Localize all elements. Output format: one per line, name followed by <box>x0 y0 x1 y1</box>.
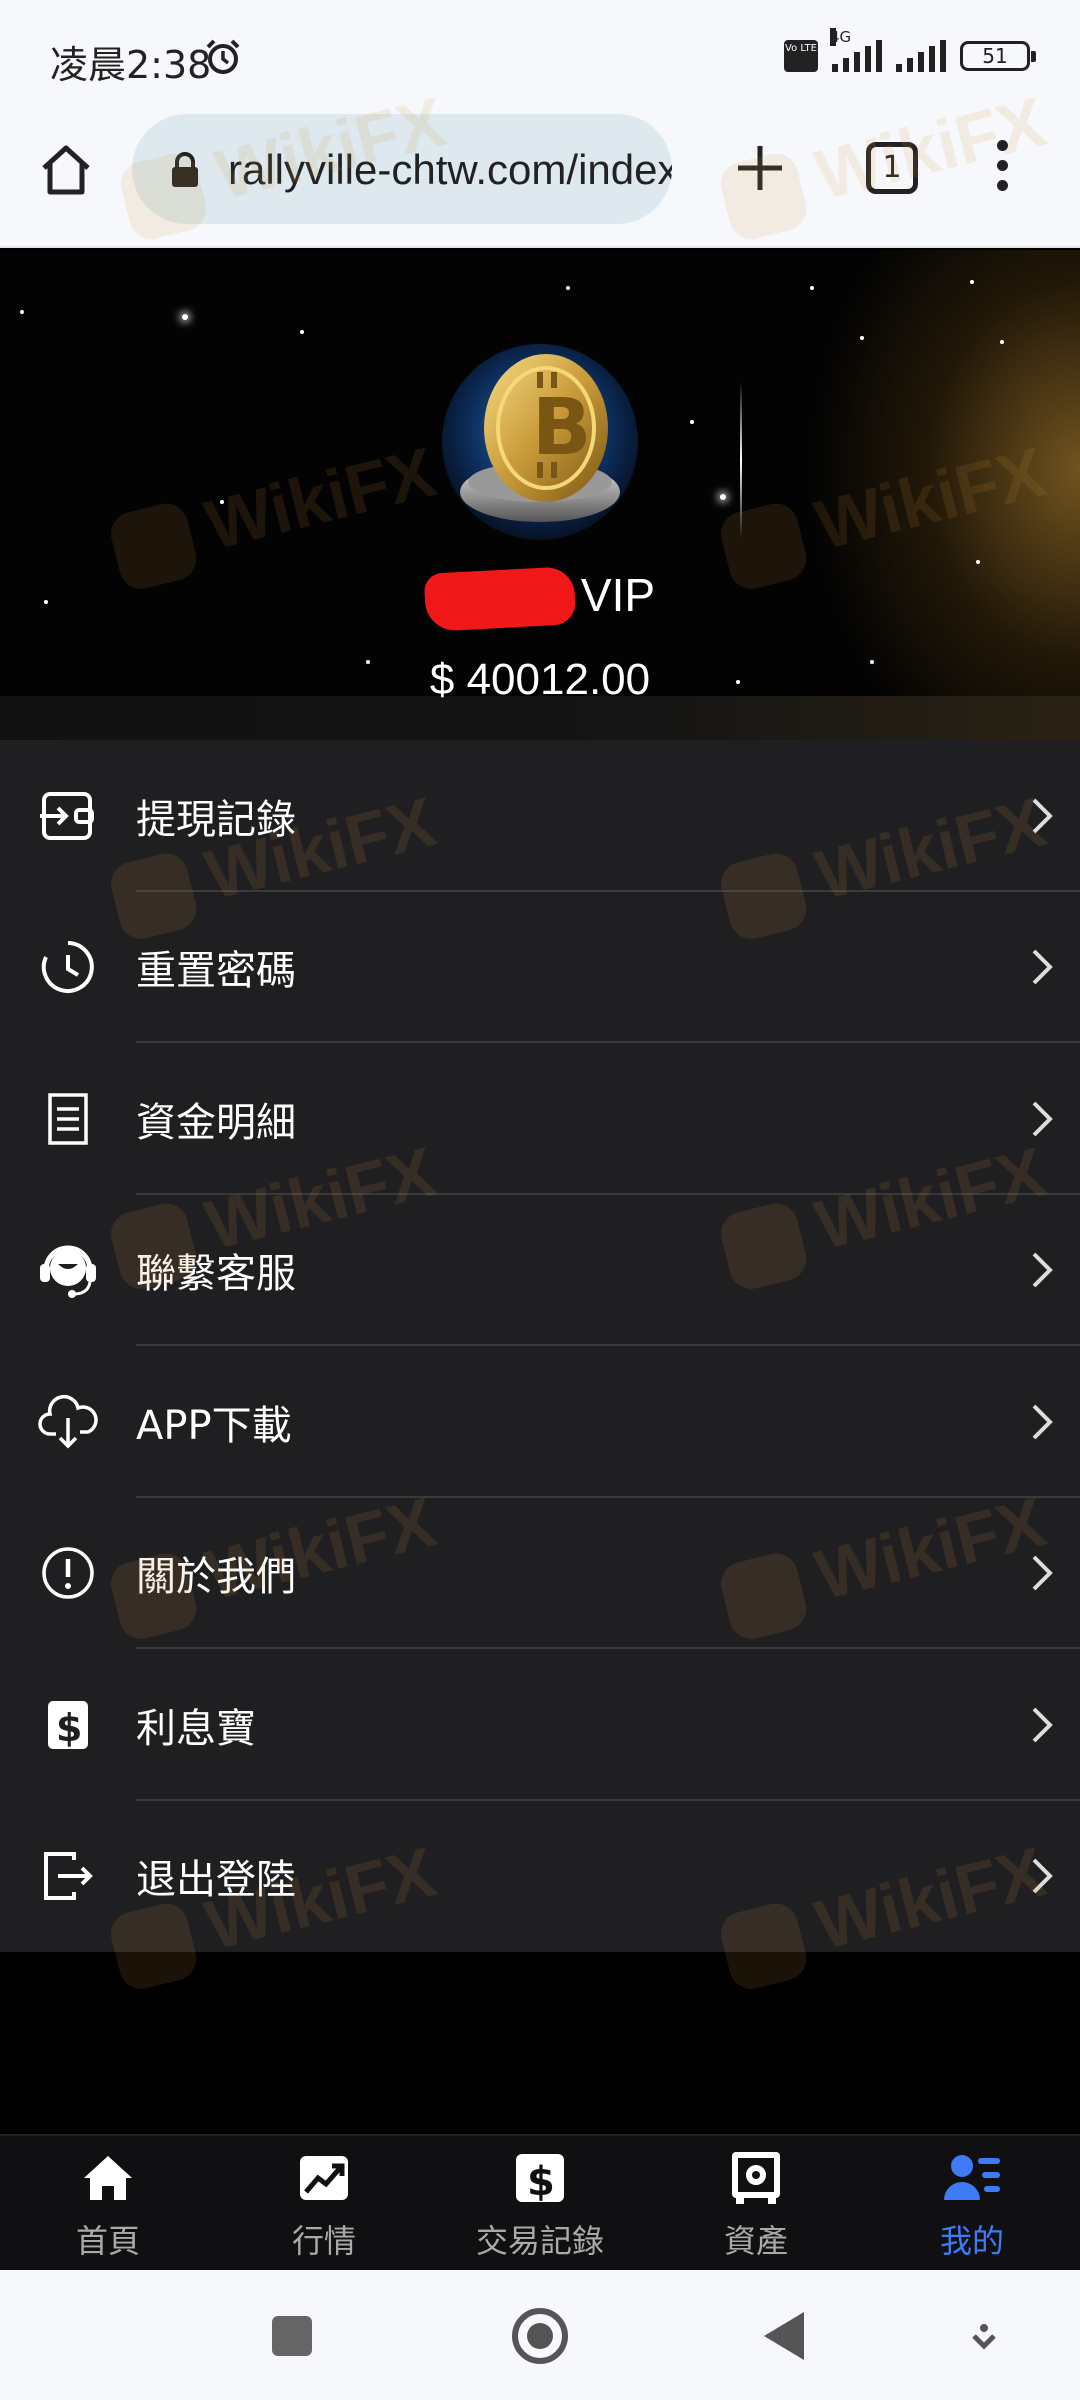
document-list-icon <box>48 1093 88 1145</box>
nav-home[interactable]: 首頁 <box>0 2136 216 2270</box>
status-indicators: Vo LTE 4G 51 <box>784 28 1036 76</box>
profile-header: B VIP $ 40012.00 <box>0 250 1080 740</box>
account-balance: $ 40012.00 <box>429 655 651 704</box>
menu-item-customer-service[interactable]: 聯繫客服 <box>0 1195 1080 1346</box>
dollar-bill-icon: $ <box>48 1700 88 1750</box>
nav-label: 行情 <box>291 2222 356 2260</box>
chart-trend-icon <box>300 2156 348 2200</box>
dollar-record-icon: $ <box>516 2154 564 2205</box>
nav-label: 交易記錄 <box>475 2222 604 2260</box>
chevron-right-icon <box>1032 798 1053 834</box>
menu-item-app-download[interactable]: APP下載 <box>0 1346 1080 1498</box>
menu-label: 關於我們 <box>136 1554 296 1601</box>
menu-label: 資金明細 <box>136 1099 296 1146</box>
withdraw-wallet-icon <box>40 791 94 840</box>
new-tab-icon[interactable] <box>730 138 790 198</box>
bottom-nav: 首頁 行情 $ 交易記錄 資產 我的 <box>0 2134 1080 2270</box>
system-home-button[interactable] <box>512 2308 568 2364</box>
account-menu: 提現記錄 重置密碼 資金明細 聯繫客服 APP下載 關於我們 $ 利息寶 退出登… <box>0 740 1080 1952</box>
chevron-right-icon <box>1032 1858 1053 1894</box>
nav-market[interactable]: 行情 <box>216 2136 432 2270</box>
nav-label: 我的 <box>939 2222 1004 2260</box>
chevron-right-icon <box>1032 1707 1053 1743</box>
system-navigation-bar <box>0 2270 1080 2400</box>
menu-label: 聯繫客服 <box>136 1251 296 1298</box>
battery-level: 51 <box>982 44 1008 68</box>
username: VIP <box>0 565 1080 632</box>
nav-label: 資產 <box>723 2222 788 2260</box>
status-bar: 凌晨2:38 Vo LTE 4G 51 <box>0 0 1080 100</box>
address-bar[interactable]: rallyville-chtw.com/index <box>132 114 672 224</box>
chevron-right-icon <box>1032 1404 1053 1440</box>
lock-icon <box>172 152 198 187</box>
browser-toolbar: rallyville-chtw.com/index 1 <box>0 100 1080 248</box>
chevron-down-icon[interactable] <box>970 2322 998 2352</box>
menu-item-reset-password[interactable]: 重置密碼 <box>0 892 1080 1043</box>
signal-icon: 4G <box>830 28 882 72</box>
network-type: 4G <box>830 28 852 46</box>
nav-mine[interactable]: 我的 <box>864 2136 1080 2270</box>
logout-icon <box>44 1852 93 1901</box>
nav-label: 首頁 <box>75 2222 140 2260</box>
browser-home-icon[interactable] <box>36 140 96 200</box>
safe-icon <box>732 2152 780 2204</box>
menu-label: 退出登陸 <box>136 1857 296 1904</box>
nav-assets[interactable]: 資產 <box>648 2136 864 2270</box>
chevron-right-icon <box>1032 1252 1053 1288</box>
clock-reset-icon <box>41 941 94 994</box>
cloud-download-icon <box>38 1394 98 1449</box>
chevron-right-icon <box>1032 949 1053 985</box>
menu-label: 重置密碼 <box>136 948 296 995</box>
svg-text:$: $ <box>56 1706 82 1750</box>
volte-icon: Vo LTE <box>784 40 818 72</box>
menu-label: 提現記錄 <box>136 796 296 843</box>
status-time: 凌晨2:38 <box>50 43 212 87</box>
recents-button[interactable] <box>272 2316 312 2356</box>
battery-icon: 51 <box>960 41 1036 71</box>
info-exclamation-icon <box>42 1547 94 1599</box>
user-list-icon <box>944 2155 1000 2200</box>
menu-label: APP下載 <box>136 1402 292 1449</box>
menu-item-fund-details[interactable]: 資金明細 <box>0 1043 1080 1195</box>
avatar: B <box>442 344 638 540</box>
svg-text:B: B <box>532 383 591 473</box>
menu-item-about-us[interactable]: 關於我們 <box>0 1498 1080 1649</box>
tab-switcher-button[interactable]: 1 <box>866 142 918 194</box>
chevron-right-icon <box>1032 1555 1053 1591</box>
redacted-name <box>423 565 577 632</box>
vip-label: VIP <box>580 569 656 621</box>
headset-support-icon <box>40 1245 96 1299</box>
alarm-icon <box>206 39 240 74</box>
nav-trade-records[interactable]: $ 交易記錄 <box>432 2136 648 2270</box>
browser-menu-icon[interactable] <box>990 140 1014 200</box>
url-text: rallyville-chtw.com/index <box>228 146 672 193</box>
home-icon <box>84 2156 132 2200</box>
chevron-right-icon <box>1032 1101 1053 1137</box>
menu-label: 利息寶 <box>136 1705 256 1752</box>
signal-icon-secondary <box>896 40 946 72</box>
menu-item-interest-treasure[interactable]: $ 利息寶 <box>0 1649 1080 1801</box>
menu-item-logout[interactable]: 退出登陸 <box>0 1801 1080 1953</box>
system-back-button[interactable] <box>764 2312 804 2360</box>
menu-item-withdraw-records[interactable]: 提現記錄 <box>0 740 1080 892</box>
light-beam <box>740 380 742 540</box>
svg-text:$: $ <box>527 2159 555 2205</box>
